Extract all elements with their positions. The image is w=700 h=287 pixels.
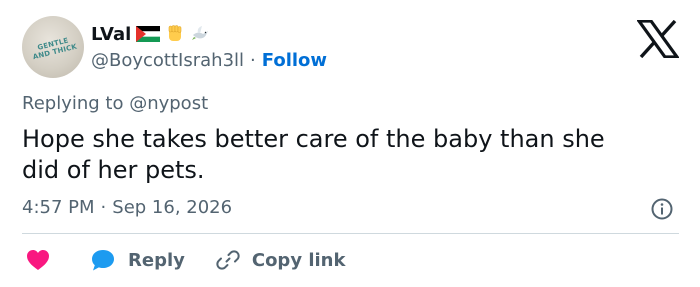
tweet-text-line-1: Hope she takes better care of the baby t… — [22, 125, 605, 153]
heart-icon — [27, 250, 49, 270]
replying-to: Replying to @nypost — [22, 93, 209, 114]
name-row: LVal — [91, 20, 210, 48]
avatar-text: GENTLE AND THICK — [27, 34, 81, 62]
copy-link-label: Copy link — [251, 249, 346, 271]
palestine-flag-icon — [136, 26, 161, 42]
info-icon[interactable] — [650, 197, 674, 221]
tweet-time: 4:57 PM — [22, 197, 95, 218]
raised-fist-icon — [168, 25, 182, 41]
reply-label: Reply — [128, 249, 185, 271]
tweet-text: Hope she takes better care of the baby t… — [22, 124, 672, 186]
x-logo-icon[interactable] — [637, 20, 679, 58]
dove-icon — [192, 26, 209, 40]
action-bar: Reply Copy link — [26, 245, 345, 275]
copy-link-button[interactable]: Copy link — [216, 248, 346, 272]
tweet-date: Sep 16, 2026 — [112, 197, 233, 218]
user-handle[interactable]: @BoycottIsrah3ll — [91, 50, 244, 71]
reply-bubble-icon — [92, 250, 114, 271]
handle-row: @BoycottIsrah3ll · Follow — [91, 48, 327, 72]
divider — [22, 233, 679, 234]
like-button[interactable] — [26, 249, 50, 271]
follow-button[interactable]: Follow — [262, 50, 327, 71]
display-name[interactable]: LVal — [91, 24, 131, 45]
avatar[interactable]: GENTLE AND THICK — [22, 16, 84, 78]
tweet-timestamp[interactable]: 4:57 PM · Sep 16, 2026 — [22, 197, 232, 218]
reply-button[interactable]: Reply — [90, 248, 185, 272]
tweet-card: GENTLE AND THICK LVal @BoycottIsrah3ll · — [0, 0, 700, 287]
handle-separator: · — [250, 49, 256, 71]
tweet-text-line-2: did of her pets. — [22, 156, 205, 184]
link-icon — [216, 250, 240, 270]
timestamp-separator: · — [100, 197, 107, 218]
